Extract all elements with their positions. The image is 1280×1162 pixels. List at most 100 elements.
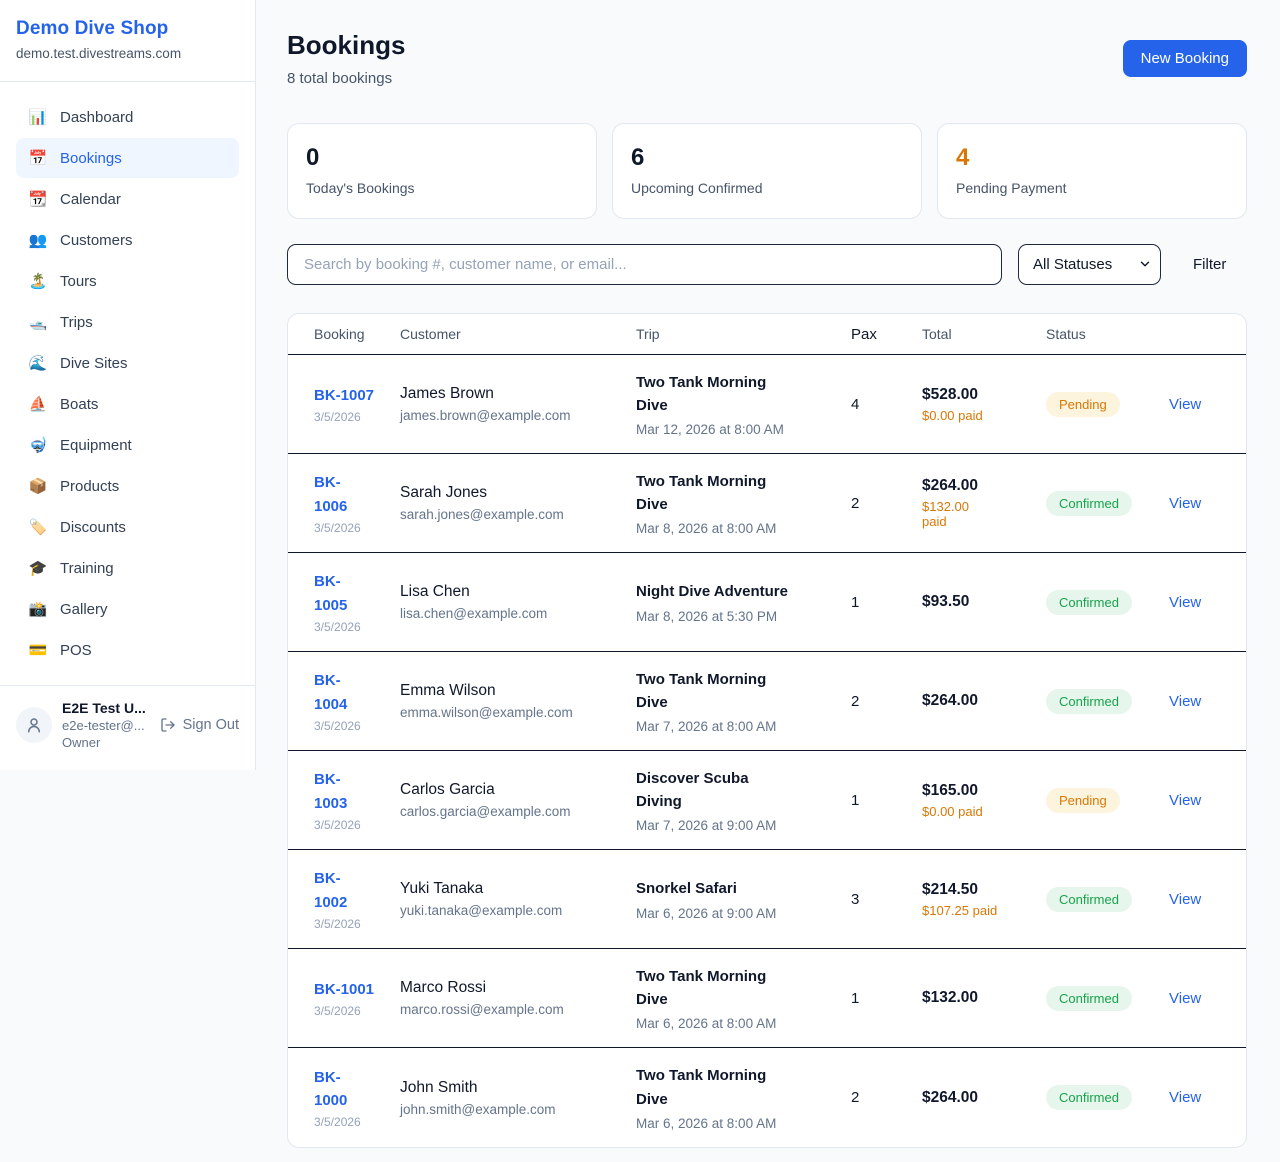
sidebar-item-equipment[interactable]: 🤿 Equipment [16, 425, 239, 465]
stats-row: 0 Today's Bookings 6 Upcoming Confirmed … [287, 123, 1247, 219]
sidebar-item-icon: 🛥️ [28, 313, 48, 331]
booking-id-link[interactable]: BK-1001 [314, 978, 400, 1001]
customer-name: Marco Rossi [400, 979, 636, 997]
table-row: BK-1001 3/5/2026 Marco Rossi marco.rossi… [288, 949, 1246, 1048]
view-link[interactable]: View [1169, 990, 1246, 1007]
sign-out-button[interactable]: Sign Out [160, 717, 239, 733]
status-badge: Pending [1046, 392, 1120, 417]
booking-id-link[interactable]: BK-1004 [314, 669, 360, 716]
sidebar-item-training[interactable]: 🎓 Training [16, 548, 239, 588]
view-link[interactable]: View [1169, 1089, 1246, 1106]
status-badge: Confirmed [1046, 590, 1132, 615]
table-row: BK-1006 3/5/2026 Sarah Jones sarah.jones… [288, 454, 1246, 553]
sidebar-item-tours[interactable]: 🏝️ Tours [16, 261, 239, 301]
view-link[interactable]: View [1169, 891, 1246, 908]
customer-email: john.smith@example.com [400, 1102, 636, 1117]
status-select[interactable]: All Statuses [1018, 244, 1161, 285]
sidebar-item-icon: 📊 [28, 108, 48, 126]
page-title: Bookings [287, 30, 405, 61]
booking-id-link[interactable]: BK-1007 [314, 384, 400, 407]
pax-count: 2 [851, 693, 922, 710]
customer-name: John Smith [400, 1079, 636, 1097]
booking-date: 3/5/2026 [314, 521, 400, 535]
col-header-booking: Booking [288, 326, 400, 342]
new-booking-button[interactable]: New Booking [1123, 40, 1247, 77]
view-link[interactable]: View [1169, 792, 1246, 809]
customer-email: yuki.tanaka@example.com [400, 903, 636, 918]
customer-name: Emma Wilson [400, 682, 636, 700]
trip-time: Mar 8, 2026 at 5:30 PM [636, 609, 851, 624]
view-link[interactable]: View [1169, 396, 1246, 413]
sidebar-item-gallery[interactable]: 📸 Gallery [16, 589, 239, 629]
sidebar-item-label: Gallery [60, 601, 108, 618]
sidebar-item-label: Customers [60, 232, 133, 249]
total-amount: $264.00 [922, 692, 1046, 710]
sidebar-item-products[interactable]: 📦 Products [16, 466, 239, 506]
booking-id-link[interactable]: BK-1005 [314, 570, 360, 617]
bookings-table: Booking Customer Trip Pax Total Status B… [287, 313, 1247, 1148]
stat-label: Today's Bookings [306, 180, 578, 196]
stat-value: 4 [956, 144, 1228, 172]
booking-date: 3/5/2026 [314, 719, 400, 733]
sidebar-item-icon: 📸 [28, 600, 48, 618]
table-row: BK-1004 3/5/2026 Emma Wilson emma.wilson… [288, 652, 1246, 751]
search-input[interactable] [287, 244, 1002, 285]
user-name: E2E Test U... [62, 700, 150, 716]
sidebar-item-dashboard[interactable]: 📊 Dashboard [16, 97, 239, 137]
booking-date: 3/5/2026 [314, 620, 400, 634]
sidebar-item-dive-sites[interactable]: 🌊 Dive Sites [16, 343, 239, 383]
stat-label: Upcoming Confirmed [631, 180, 903, 196]
col-header-pax: Pax [851, 326, 922, 343]
sidebar-item-icon: 🏷️ [28, 518, 48, 536]
total-amount: $165.00 [922, 782, 1046, 800]
booking-date: 3/5/2026 [314, 917, 400, 931]
booking-id-link[interactable]: BK-1006 [314, 471, 360, 518]
trip-time: Mar 7, 2026 at 8:00 AM [636, 719, 851, 734]
sidebar-item-icon: 💳 [28, 641, 48, 659]
page-header: Bookings 8 total bookings New Booking [287, 30, 1247, 87]
status-badge: Confirmed [1046, 1085, 1132, 1110]
sidebar: Demo Dive Shop demo.test.divestreams.com… [0, 0, 256, 770]
sidebar-item-label: POS [60, 642, 92, 659]
table-row: BK-1007 3/5/2026 James Brown james.brown… [288, 355, 1246, 454]
view-link[interactable]: View [1169, 495, 1246, 512]
trip-name: Two Tank Morning Dive [636, 965, 794, 1012]
sidebar-header: Demo Dive Shop demo.test.divestreams.com [0, 0, 255, 82]
booking-id-link[interactable]: BK-1003 [314, 768, 360, 815]
sidebar-item-customers[interactable]: 👥 Customers [16, 220, 239, 260]
sidebar-nav: 📊 Dashboard 📅 Bookings 📆 Calendar 👥 Cust… [0, 82, 255, 685]
filter-button[interactable]: Filter [1193, 256, 1226, 273]
booking-id-link[interactable]: BK-1002 [314, 867, 360, 914]
sidebar-item-bookings[interactable]: 📅 Bookings [16, 138, 239, 178]
table-row: BK-1002 3/5/2026 Yuki Tanaka yuki.tanaka… [288, 850, 1246, 949]
sidebar-item-discounts[interactable]: 🏷️ Discounts [16, 507, 239, 547]
sidebar-item-label: Dashboard [60, 109, 133, 126]
view-link[interactable]: View [1169, 594, 1246, 611]
trip-name: Snorkel Safari [636, 877, 794, 900]
sidebar-item-icon: 📅 [28, 149, 48, 167]
paid-amount: $0.00 paid [922, 408, 1046, 423]
sidebar-item-calendar[interactable]: 📆 Calendar [16, 179, 239, 219]
sidebar-item-pos[interactable]: 💳 POS [16, 630, 239, 670]
stat-label: Pending Payment [956, 180, 1228, 196]
user-section: E2E Test U... e2e-tester@... Owner Sign … [0, 685, 255, 768]
sidebar-item-label: Equipment [60, 437, 132, 454]
sidebar-item-trips[interactable]: 🛥️ Trips [16, 302, 239, 342]
page-subtitle: 8 total bookings [287, 70, 405, 87]
user-icon [25, 716, 43, 734]
paid-amount: $0.00 paid [922, 804, 1046, 819]
status-badge: Pending [1046, 788, 1120, 813]
booking-id-link[interactable]: BK-1000 [314, 1066, 360, 1113]
avatar [16, 707, 52, 743]
customer-email: marco.rossi@example.com [400, 1002, 636, 1017]
pax-count: 1 [851, 594, 922, 611]
view-link[interactable]: View [1169, 693, 1246, 710]
table-header-row: Booking Customer Trip Pax Total Status [288, 314, 1246, 355]
customer-name: James Brown [400, 385, 636, 403]
total-amount: $528.00 [922, 386, 1046, 404]
total-amount: $214.50 [922, 881, 1046, 899]
sidebar-item-boats[interactable]: ⛵ Boats [16, 384, 239, 424]
total-amount: $264.00 [922, 477, 1046, 495]
filter-row: All Statuses Filter [287, 244, 1247, 285]
col-header-total: Total [922, 326, 1046, 342]
